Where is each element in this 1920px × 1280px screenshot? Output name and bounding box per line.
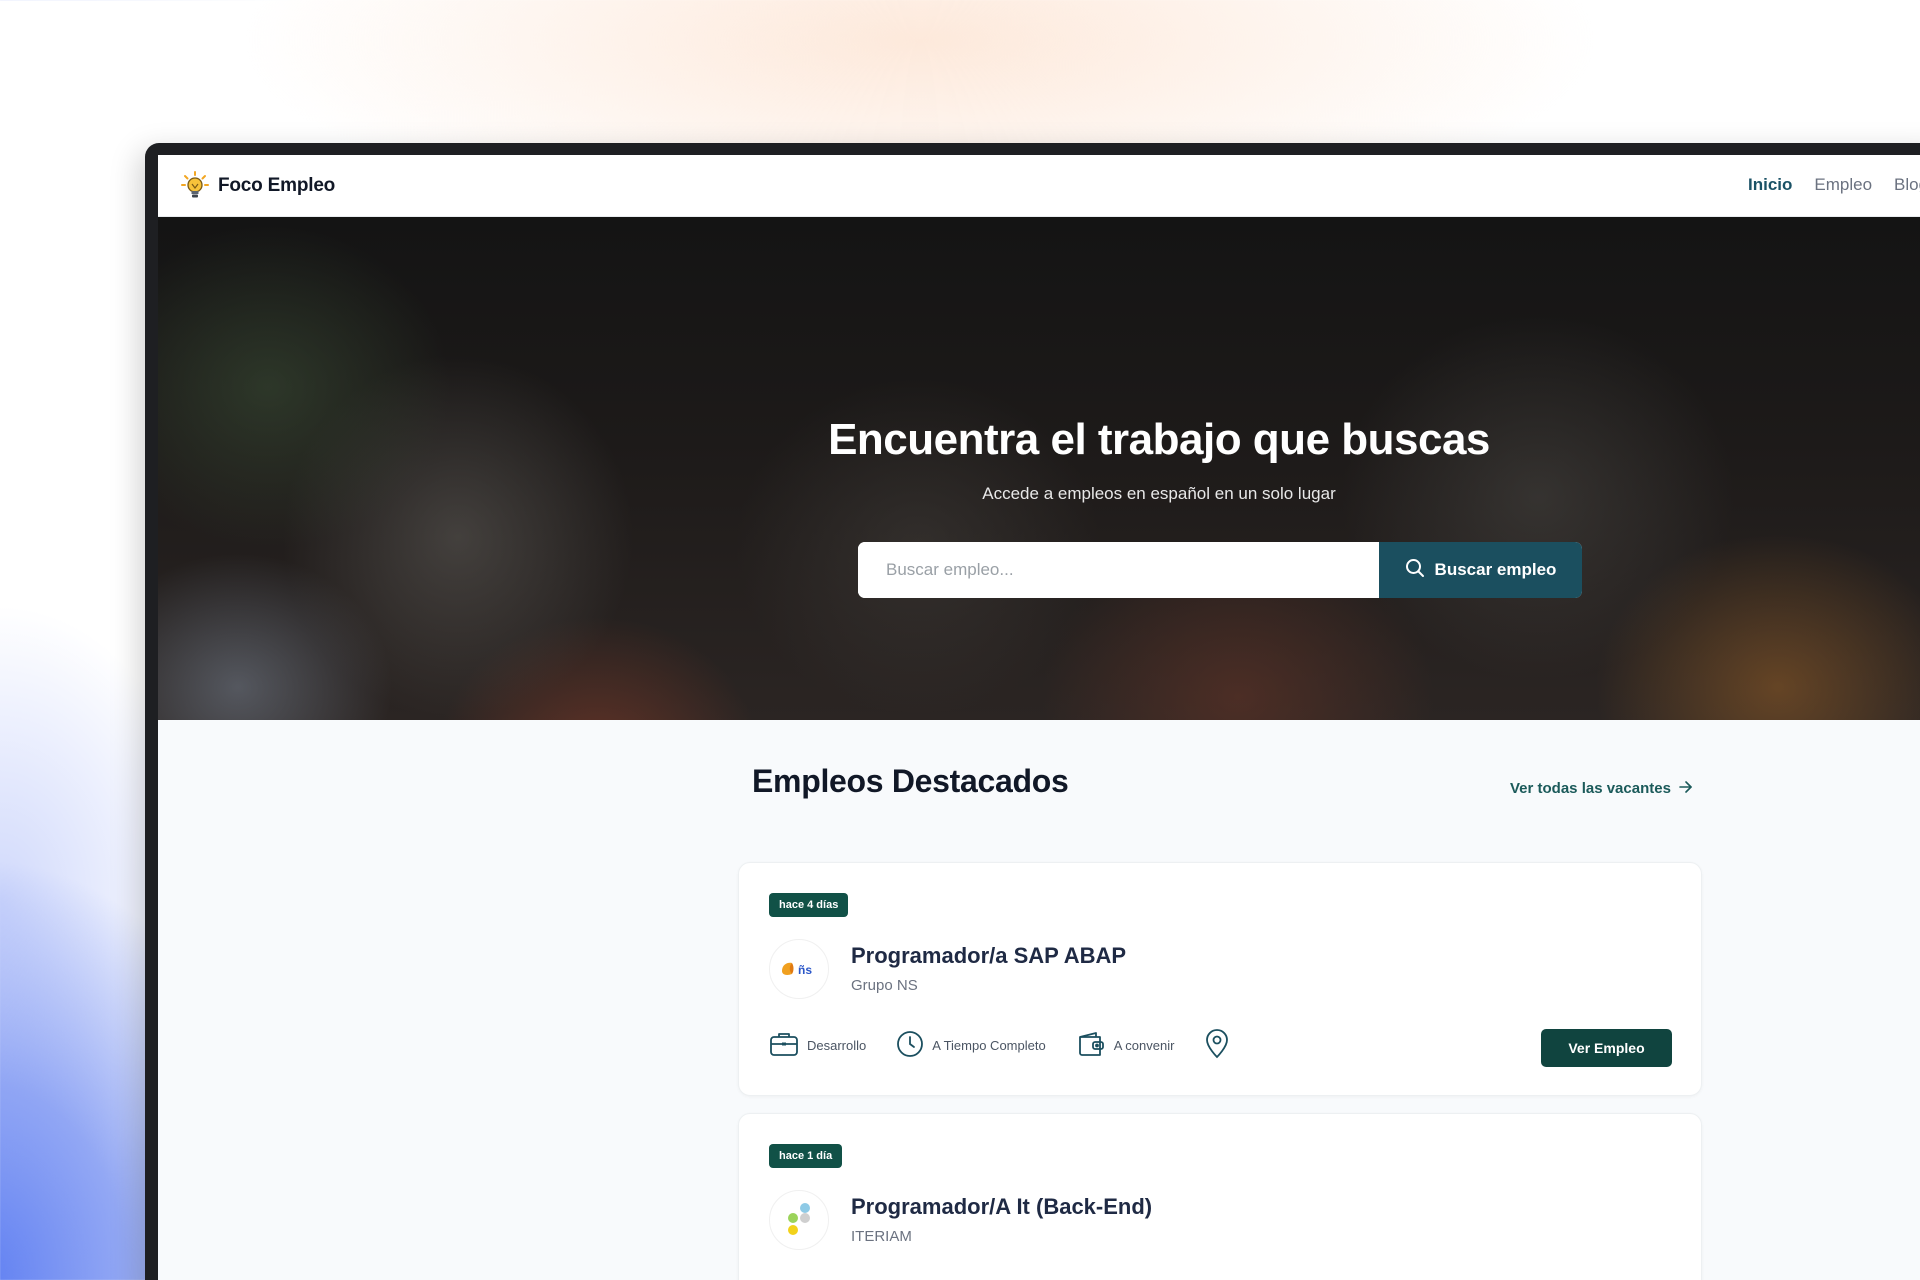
brand-name: Foco Empleo <box>218 175 336 196</box>
search-button-label: Buscar empleo <box>1434 560 1557 579</box>
company-name: ITERIAM <box>851 1228 912 1245</box>
wallet-icon <box>1076 1030 1106 1061</box>
job-category: Desarrollo <box>769 1030 866 1061</box>
hero-title: Encuentra el trabajo que buscas <box>828 415 1490 464</box>
svg-text:ñs: ñs <box>798 963 812 977</box>
job-search-input[interactable] <box>858 542 1379 598</box>
navbar: Foco Empleo Inicio Empleo Blog <box>158 155 1920 217</box>
clock-icon <box>896 1030 924 1061</box>
company-logo: ñs <box>769 939 829 999</box>
search-button[interactable]: Buscar empleo <box>1379 542 1582 598</box>
job-card[interactable]: hace 1 día Programador/A It (Back-End) I… <box>738 1113 1702 1280</box>
search-icon <box>1405 558 1425 583</box>
hero-banner: Encuentra el trabajo que buscas Accede a… <box>158 217 1920 720</box>
job-salary-label: A convenir <box>1113 1038 1175 1053</box>
nav-link-empleo[interactable]: Empleo <box>1814 175 1872 195</box>
hero-subtitle: Accede a empleos en español en un solo l… <box>982 484 1336 503</box>
nav-link-blog[interactable]: Blog <box>1894 175 1920 195</box>
job-search-form: Buscar empleo <box>858 542 1582 598</box>
brand-logo-link[interactable]: Foco Empleo <box>180 171 335 201</box>
lightbulb-icon <box>180 171 210 201</box>
job-category-label: Desarrollo <box>807 1038 867 1053</box>
posted-age-badge: hace 4 días <box>769 893 849 917</box>
posted-age-badge: hace 1 día <box>769 1144 843 1168</box>
map-pin-icon <box>1204 1029 1230 1062</box>
job-schedule: A Tiempo Completo <box>896 1030 1046 1061</box>
job-title[interactable]: Programador/A It (Back-End) <box>851 1194 1152 1220</box>
job-title[interactable]: Programador/a SAP ABAP <box>851 943 1126 969</box>
main-nav: Inicio Empleo Blog <box>1748 175 1920 195</box>
company-name: Grupo NS <box>851 977 918 994</box>
company-logo <box>769 1190 829 1250</box>
browser-screen: Foco Empleo Inicio Empleo Blog Encuentra… <box>158 155 1920 1280</box>
arrow-right-icon <box>1679 780 1693 797</box>
briefcase-icon <box>769 1030 799 1061</box>
view-job-button[interactable]: Ver Empleo <box>1541 1029 1672 1067</box>
job-schedule-label: A Tiempo Completo <box>932 1038 1046 1053</box>
job-salary: A convenir <box>1076 1030 1175 1061</box>
job-location <box>1204 1029 1230 1062</box>
job-meta: Desarrollo A Tiempo Completo A convenir <box>769 1029 1230 1062</box>
view-all-jobs-link[interactable]: Ver todas las vacantes <box>1510 780 1693 797</box>
nav-link-inicio[interactable]: Inicio <box>1748 175 1792 195</box>
view-all-label: Ver todas las vacantes <box>1510 780 1671 797</box>
featured-jobs-title: Empleos Destacados <box>752 763 1069 799</box>
job-card[interactable]: hace 4 días ñs Programador/a SAP ABAP Gr… <box>738 862 1702 1096</box>
